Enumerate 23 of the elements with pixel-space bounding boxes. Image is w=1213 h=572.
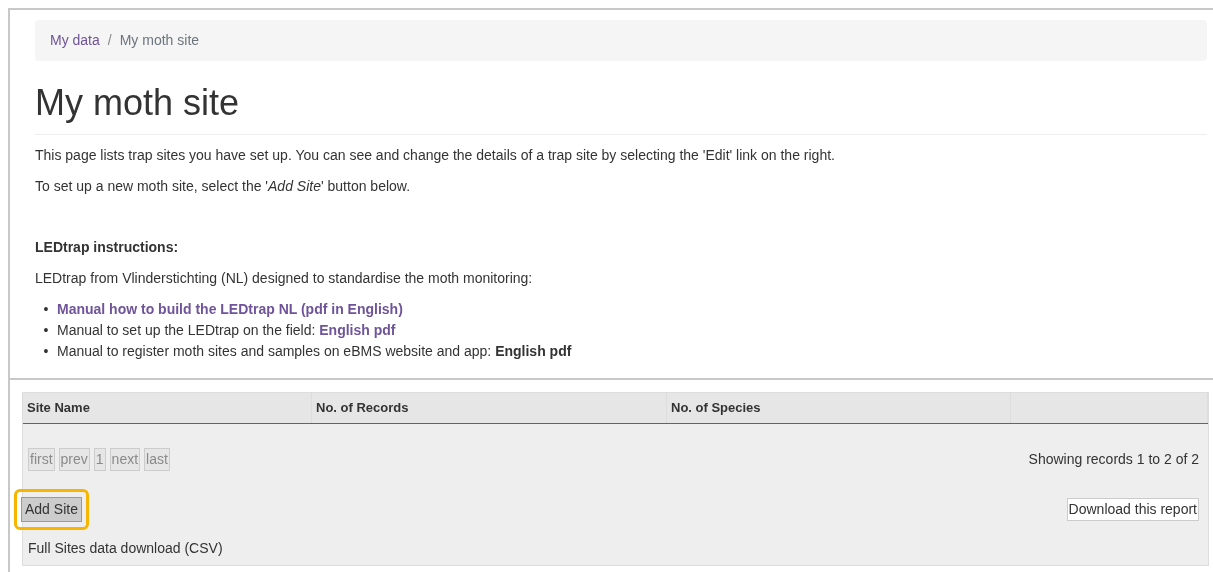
list-item-text: Manual to set up the LEDtrap on the field: xyxy=(57,322,317,339)
intro-paragraph: To set up a new moth site, select the 'Add Site' button below. xyxy=(35,177,412,197)
intro-paragraph: This page lists trap sites you have set up. You can see and change the details of a trap site by selecting the 'Edit' link on the right. xyxy=(35,146,836,166)
column-header: Site Name xyxy=(23,393,312,423)
pdf-link[interactable]: English pdf xyxy=(319,322,396,339)
bold-text: English pdf xyxy=(495,343,572,360)
breadcrumb-link[interactable]: My data xyxy=(50,32,100,48)
bullet: • xyxy=(42,342,50,362)
instructions-heading: LEDtrap instructions: xyxy=(35,238,180,258)
list-item-text: Manual to register moth sites and samples on eBMS website and app: xyxy=(57,343,493,360)
bullet: • xyxy=(42,321,50,341)
bullet: • xyxy=(42,300,50,320)
pdf-link[interactable]: Manual how to build the LEDtrap NL (pdf in English) xyxy=(57,301,403,318)
breadcrumb-current: My moth site xyxy=(119,32,200,48)
records-summary: Showing records 1 to 2 of 2 xyxy=(1028,449,1199,469)
column-header: No. of Species xyxy=(667,393,1011,423)
add-site-button[interactable]: Add Site xyxy=(21,496,82,522)
breadcrumb-separator: / xyxy=(106,32,113,48)
column-header: No. of Records xyxy=(312,393,667,423)
instructions-text: LEDtrap from Vlinderstichting (NL) designed to standardise the moth monitoring: xyxy=(35,269,534,289)
download-report-button[interactable]: Download this report xyxy=(1066,497,1199,521)
csv-download-link[interactable]: Full Sites data download (CSV) xyxy=(23,529,1208,565)
page-title: My moth site xyxy=(35,81,1207,136)
